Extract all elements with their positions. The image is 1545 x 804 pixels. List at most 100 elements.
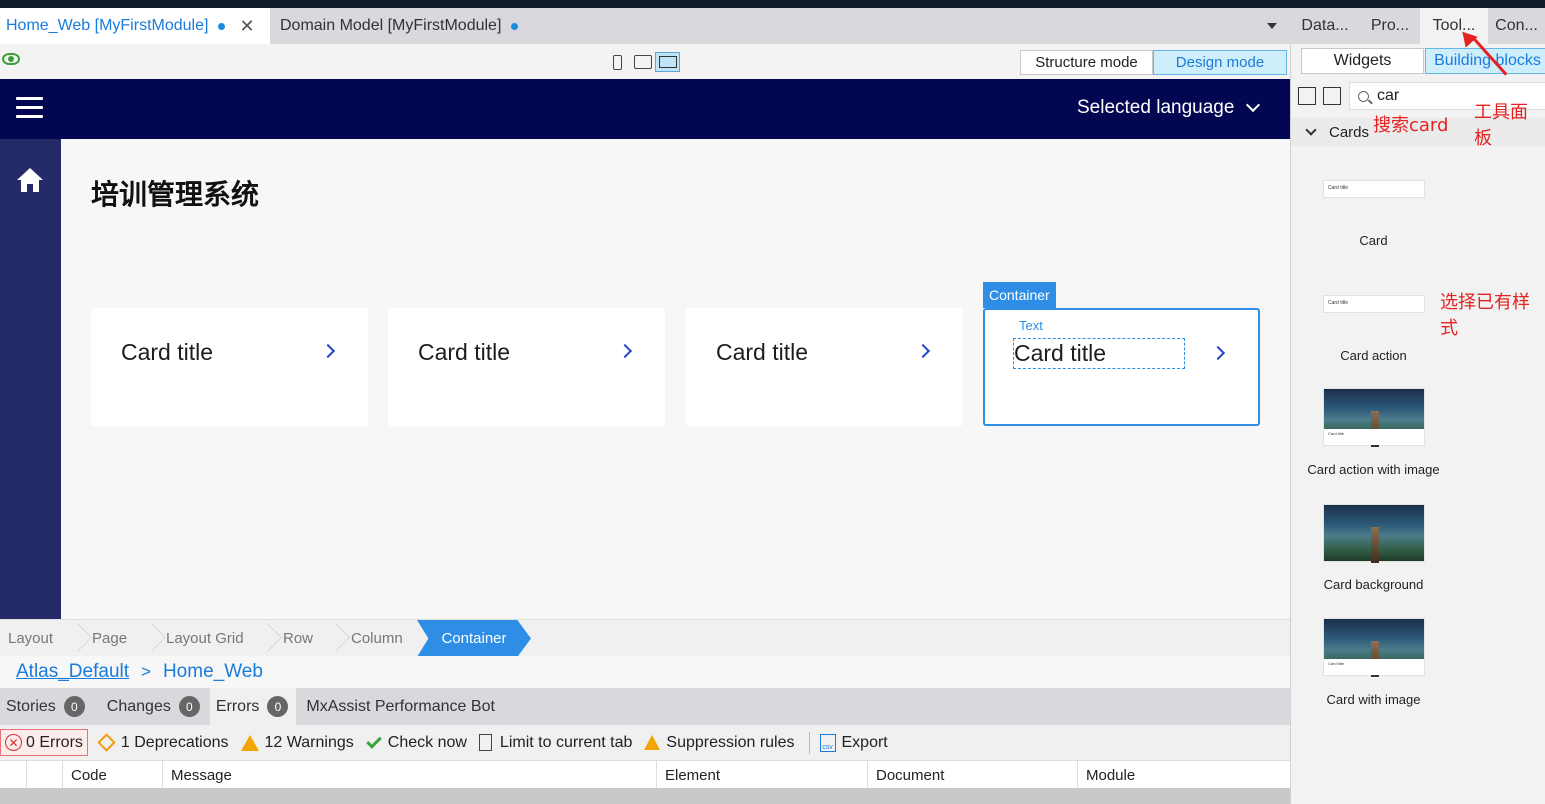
column-header-module[interactable]: Module [1077, 761, 1290, 789]
breadcrumb-container[interactable]: Container [417, 620, 531, 657]
suppression-rules-button[interactable]: Suppression rules [640, 729, 798, 756]
deprecations-filter-button[interactable]: 1 Deprecations [92, 729, 233, 756]
column-header-document[interactable]: Document [867, 761, 1077, 789]
page-editor-toolbar: Structure mode Design mode [0, 44, 1290, 79]
collapse-all-icon[interactable] [1298, 87, 1316, 105]
tab-home-web-label: Home_Web [MyFirstModule] [6, 17, 209, 34]
widgets-tab[interactable]: Widgets [1301, 48, 1424, 74]
breadcrumb-page[interactable]: Page [92, 620, 127, 657]
column-header-code[interactable]: Code [62, 761, 162, 789]
tab-mxassist[interactable]: MxAssist Performance Bot [300, 688, 501, 725]
language-selector[interactable]: Selected language [1077, 97, 1261, 119]
annotation-choose: 选择已有样式 [1440, 292, 1530, 339]
menu-icon[interactable] [16, 97, 43, 119]
layout-link[interactable]: Atlas_Default [16, 661, 129, 683]
design-mode-button[interactable]: Design mode [1153, 50, 1287, 75]
card-title-text-widget[interactable]: Card title [1013, 338, 1186, 369]
annotation-toolbox: 工具面板 [1474, 102, 1528, 149]
unsaved-dot-icon [218, 22, 226, 30]
errors-toolbar: ✕ 0 Errors 1 Deprecations 12 Warnings Ch… [0, 725, 1290, 760]
errors-filter-button[interactable]: ✕ 0 Errors [0, 729, 88, 756]
building-block-card[interactable]: Card title Card [1291, 160, 1545, 275]
card[interactable]: Card title [388, 308, 665, 426]
csv-icon: csv [819, 733, 836, 752]
home-icon[interactable] [16, 167, 44, 193]
block-name: Card action with image [1307, 462, 1440, 477]
errors-count: 0 Errors [26, 733, 83, 751]
thumbnail-title: Card title [1328, 300, 1349, 306]
document-icon [478, 734, 492, 751]
warnings-count: 12 Warnings [264, 733, 354, 751]
structure-mode-button[interactable]: Structure mode [1020, 50, 1153, 75]
card[interactable]: Card title [686, 308, 963, 426]
warnings-filter-button[interactable]: 12 Warnings [237, 729, 358, 756]
tab-domain-model[interactable]: Domain Model [MyFirstModule] [270, 8, 524, 44]
tab-stories[interactable]: Stories 0 [0, 688, 91, 725]
tab-toolbox[interactable]: Tool... [1420, 8, 1488, 44]
building-block-card-with-image[interactable]: Card title Card with image [1291, 618, 1545, 733]
breadcrumb-row[interactable]: Row [283, 620, 313, 657]
desktop-icon[interactable] [655, 52, 680, 72]
deprecations-count: 1 Deprecations [120, 733, 229, 751]
error-icon: ✕ [5, 734, 22, 751]
toolbox-panel: Widgets Building blocks car Cards Card t… [1290, 44, 1545, 804]
tab-errors-label: Errors [215, 697, 260, 715]
tab-console[interactable]: Con... [1488, 8, 1545, 44]
thumbnail-title: Card title [1324, 659, 1424, 675]
breadcrumb-layout-grid[interactable]: Layout Grid [166, 620, 244, 657]
block-thumbnail-image [1323, 504, 1425, 563]
search-value: car [1377, 87, 1400, 104]
thumbnail-title: Card title [1328, 185, 1349, 191]
tab-stories-label: Stories [6, 697, 56, 715]
tab-changes-label: Changes [106, 697, 171, 715]
tab-home-web[interactable]: Home_Web [MyFirstModule] ✕ [0, 8, 270, 44]
column-header-blank[interactable] [26, 761, 62, 789]
breadcrumb-separator [254, 620, 268, 657]
check-now-label: Check now [387, 733, 467, 751]
app-sidebar [0, 139, 61, 619]
column-header-message[interactable]: Message [162, 761, 656, 789]
tab-properties[interactable]: Pro... [1360, 8, 1420, 44]
breadcrumb-layout[interactable]: Layout [8, 620, 53, 657]
eye-icon[interactable] [2, 53, 20, 65]
card[interactable]: Card title [91, 308, 368, 426]
path-separator: > [141, 662, 151, 681]
group-cards-label: Cards [1329, 123, 1370, 141]
close-icon[interactable]: ✕ [239, 16, 254, 37]
block-name: Card action [1340, 348, 1407, 363]
limit-to-tab-button[interactable]: Limit to current tab [475, 729, 637, 756]
element-breadcrumb: Layout Page Layout Grid Row Column Conta… [0, 619, 1290, 657]
toolbox-subtabs: Widgets Building blocks [1291, 48, 1545, 74]
building-block-card-background[interactable]: Card background [1291, 504, 1545, 619]
thumbnail-title: Card title [1324, 429, 1424, 445]
app-header: Selected language [0, 79, 1290, 139]
expand-all-icon[interactable] [1323, 87, 1341, 105]
tabs-dropdown-icon[interactable] [1262, 8, 1282, 44]
tab-errors[interactable]: Errors 0 [209, 688, 297, 725]
card-title: Card title [418, 339, 511, 365]
column-header-blank[interactable] [0, 761, 26, 789]
check-now-button[interactable]: Check now [362, 729, 471, 756]
errors-table-header: Code Message Element Document Module [0, 760, 1290, 789]
export-button[interactable]: csv Export [816, 729, 892, 756]
chevron-down-icon [1305, 124, 1317, 136]
breadcrumb-column[interactable]: Column [351, 620, 403, 657]
chevron-right-icon [1210, 345, 1226, 361]
tab-changes[interactable]: Changes 0 [101, 688, 206, 725]
tab-data[interactable]: Data... [1290, 8, 1360, 44]
tablet-icon[interactable] [632, 52, 654, 72]
current-page-name: Home_Web [162, 661, 263, 682]
column-header-element[interactable]: Element [656, 761, 867, 789]
block-thumbnail: Card title [1323, 180, 1425, 198]
building-block-card-action-with-image[interactable]: Card title Card action with image [1291, 388, 1545, 503]
card-title: Card title [121, 339, 214, 365]
count-badge: 0 [63, 696, 85, 717]
check-icon [365, 732, 382, 749]
block-thumbnail-image: Card title [1323, 388, 1425, 447]
block-thumbnail: Card title [1323, 295, 1425, 313]
right-pane-tabs: Data... Pro... Tool... Con... [1290, 8, 1545, 44]
unsaved-dot-icon [511, 22, 519, 30]
phone-icon[interactable] [610, 52, 624, 72]
container-selection-label: Container [983, 282, 1056, 308]
layout-path: Atlas_Default > Home_Web [0, 656, 1290, 688]
